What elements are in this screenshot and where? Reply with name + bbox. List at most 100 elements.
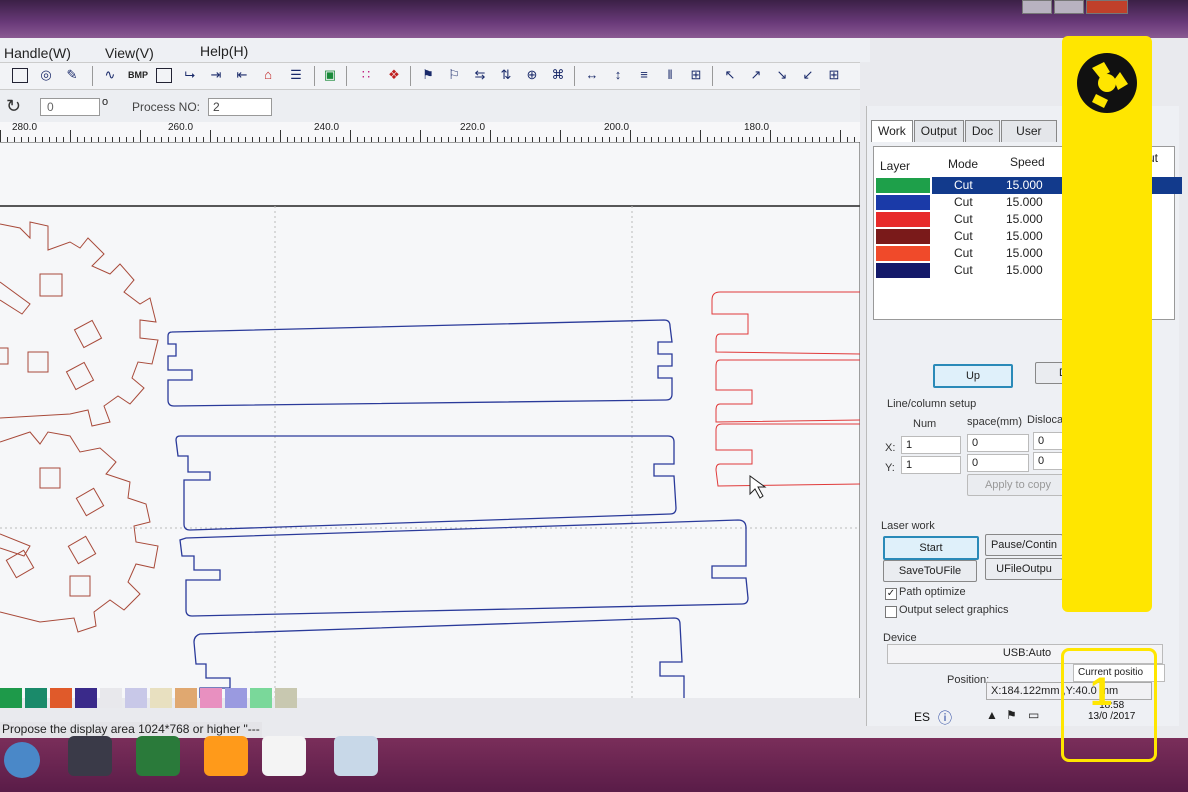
- pause-continue-button[interactable]: Pause/Contin: [985, 534, 1063, 556]
- align-icon[interactable]: ⇥: [206, 66, 226, 84]
- palette-swatch[interactable]: [75, 688, 97, 708]
- process-no-label: Process NO:: [132, 100, 201, 114]
- point-icon[interactable]: ◎: [36, 66, 56, 84]
- ruler-tick: [70, 130, 71, 142]
- tab-doc[interactable]: Doc: [964, 120, 1001, 142]
- rect-tool-icon[interactable]: [156, 68, 172, 83]
- rectangle-select-icon[interactable]: [12, 68, 28, 83]
- ufile-output-button[interactable]: UFileOutpu: [985, 558, 1063, 580]
- tab-work[interactable]: Work: [871, 120, 913, 142]
- shape-icon[interactable]: ⌂: [258, 66, 278, 84]
- path-optimize-checkbox[interactable]: ✓: [885, 588, 897, 600]
- output-select-checkbox[interactable]: [885, 606, 897, 618]
- node-edit-icon[interactable]: ⮡: [180, 66, 200, 84]
- y-label: Y:: [885, 462, 895, 474]
- start-menu-icon[interactable]: [4, 742, 40, 778]
- flag-icon[interactable]: ⚑: [1006, 708, 1017, 722]
- distribute-icon[interactable]: ⇤: [232, 66, 252, 84]
- same-height-icon[interactable]: ↕: [608, 66, 628, 84]
- col-layer: Layer: [880, 159, 911, 173]
- palette-swatch[interactable]: [200, 688, 222, 708]
- bmp-icon[interactable]: BMP: [126, 66, 150, 84]
- layer-color-swatch[interactable]: [876, 246, 930, 261]
- app-leaf-icon[interactable]: [136, 736, 180, 776]
- process-no-input[interactable]: 2: [208, 98, 272, 116]
- layer-mode: Cut: [954, 178, 973, 192]
- layer-color-swatch[interactable]: [876, 195, 930, 210]
- palette-swatch[interactable]: [100, 688, 122, 708]
- group-icon[interactable]: ⌘: [548, 66, 568, 84]
- grid-icon[interactable]: ⊞: [686, 66, 706, 84]
- tray-language[interactable]: ES: [914, 710, 930, 724]
- bug-icon[interactable]: ❖: [384, 66, 404, 84]
- chrome-icon[interactable]: [68, 736, 112, 776]
- arrow-dr-icon[interactable]: ↘: [772, 66, 792, 84]
- layer-mode: Cut: [954, 195, 973, 209]
- network-icon[interactable]: ▭: [1028, 708, 1039, 722]
- x-space-input[interactable]: 0: [967, 434, 1029, 452]
- tab-user[interactable]: User: [1001, 120, 1057, 142]
- same-width-icon[interactable]: ↔: [582, 66, 602, 84]
- start-button[interactable]: Start: [883, 536, 979, 560]
- x-num-input[interactable]: 1: [901, 436, 961, 454]
- palette-swatch[interactable]: [250, 688, 272, 708]
- dots-icon[interactable]: ∷: [356, 66, 376, 84]
- palette-swatch[interactable]: [150, 688, 172, 708]
- illustrator-icon[interactable]: [204, 736, 248, 776]
- palette-swatch[interactable]: [25, 688, 47, 708]
- mirror-h-icon[interactable]: ⇆: [470, 66, 490, 84]
- curve-icon[interactable]: ∿: [100, 66, 120, 84]
- angle-input[interactable]: 0: [40, 98, 100, 116]
- arrow-ur-icon[interactable]: ↗: [746, 66, 766, 84]
- palette-swatch[interactable]: [125, 688, 147, 708]
- up-button[interactable]: Up: [933, 364, 1013, 388]
- menu-handle[interactable]: Handle(W): [4, 41, 71, 61]
- layer-color-swatch[interactable]: [876, 263, 930, 278]
- pen-icon[interactable]: ✎: [62, 66, 82, 84]
- monitor-icon[interactable]: ▣: [320, 66, 340, 84]
- file-explorer-icon[interactable]: [334, 736, 378, 776]
- y-space-input[interactable]: 0: [967, 454, 1029, 472]
- window-controls: [1022, 0, 1128, 14]
- maximize-button[interactable]: [1054, 0, 1084, 14]
- layer-color-swatch[interactable]: [876, 212, 930, 227]
- menu-view[interactable]: View(V): [105, 41, 154, 61]
- tray-up-icon[interactable]: ▲: [986, 708, 998, 722]
- palette-swatch[interactable]: [225, 688, 247, 708]
- toolbar-separator: [92, 66, 93, 86]
- x-disloc-input[interactable]: 0: [1033, 432, 1065, 450]
- menu-help[interactable]: Help(H): [200, 39, 248, 59]
- ruler-tick: [210, 130, 211, 142]
- palette-swatch[interactable]: [50, 688, 72, 708]
- ruler-label: 180.0: [744, 122, 770, 133]
- arrow-dl-icon[interactable]: ↙: [798, 66, 818, 84]
- apply-to-copy-button[interactable]: Apply to copy: [967, 474, 1069, 496]
- help-icon[interactable]: ⓘ: [938, 708, 952, 728]
- minimize-button[interactable]: [1022, 0, 1052, 14]
- close-button[interactable]: [1086, 0, 1128, 14]
- path-optimize-label: Path optimize: [899, 586, 966, 598]
- mirror-v-icon[interactable]: ⇅: [496, 66, 516, 84]
- ruler-label: 260.0: [168, 122, 194, 133]
- palette-swatch[interactable]: [275, 688, 297, 708]
- arrow-ul-icon[interactable]: ↖: [720, 66, 740, 84]
- tab-output[interactable]: Output: [913, 120, 964, 142]
- flag-left-icon[interactable]: ⚑: [418, 66, 438, 84]
- drawing-canvas[interactable]: [0, 142, 860, 698]
- table-icon[interactable]: ⊞: [824, 66, 844, 84]
- vspace-icon[interactable]: ‖: [660, 66, 680, 84]
- flag-right-icon[interactable]: ⚐: [444, 66, 464, 84]
- palette-swatch[interactable]: [175, 688, 197, 708]
- y-disloc-input[interactable]: 0: [1033, 452, 1065, 470]
- ruler-tick: [700, 130, 701, 142]
- rotate-icon[interactable]: ↻: [6, 96, 21, 117]
- hspace-icon[interactable]: ≡: [634, 66, 654, 84]
- save-to-ufile-button[interactable]: SaveToUFile: [883, 560, 977, 582]
- layer-color-swatch[interactable]: [876, 178, 930, 193]
- palette-swatch[interactable]: [0, 688, 22, 708]
- y-num-input[interactable]: 1: [901, 456, 961, 474]
- redsail-icon[interactable]: [262, 736, 306, 776]
- list-icon[interactable]: ☰: [286, 66, 306, 84]
- layer-color-swatch[interactable]: [876, 229, 930, 244]
- center-icon[interactable]: ⊕: [522, 66, 542, 84]
